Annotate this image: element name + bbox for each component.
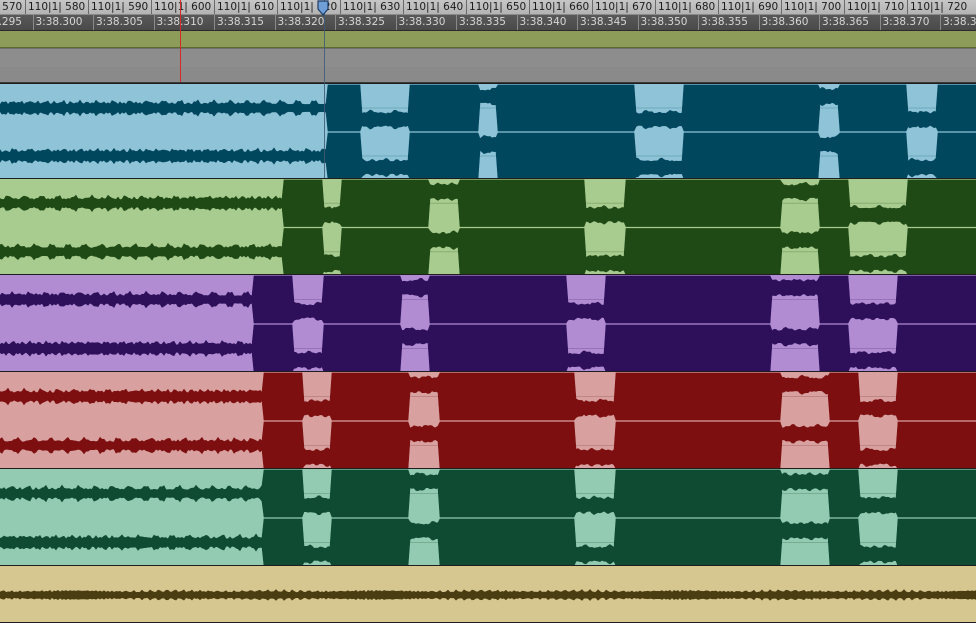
bars-beats-ruler[interactable]: 110|1| 570 110|1| 580 110|1| 590 110|1| 600… [0, 0, 976, 15]
bar-tick [403, 0, 404, 14]
bar-tick-label: 110|1| 680 [658, 1, 716, 13]
time-tick [153, 15, 155, 30]
bar-tick [25, 0, 26, 14]
waveform [0, 179, 976, 274]
time-tick-label: 3:38.330 [398, 16, 446, 28]
waveform-channel-1 [0, 589, 976, 601]
track-5[interactable] [0, 468, 976, 566]
edit-window: 110|1| 570 110|1| 580 110|1| 590 110|1| 600… [0, 0, 976, 623]
waveform [0, 469, 976, 565]
bar-tick-label: 110|1| 700 [784, 1, 842, 13]
time-tick-label: 3:38.295 [0, 16, 22, 28]
bar-tick [529, 0, 530, 14]
waveform-channel-1 [0, 179, 976, 227]
time-tick [274, 15, 276, 30]
time-tick-label: 3:38.350 [640, 16, 688, 28]
waveform-channel-2 [0, 518, 976, 565]
tempo-ruler[interactable] [0, 48, 976, 68]
waveform [0, 372, 976, 468]
track-1[interactable] [0, 83, 976, 179]
time-tick-label: 3:38.355 [701, 16, 748, 28]
time-tick-label: 3:38.320 [277, 16, 325, 28]
track-3[interactable] [0, 274, 976, 372]
bar-tick-label: 110|1| 720 [910, 1, 968, 13]
edit-cursor-marker-icon[interactable] [316, 0, 330, 16]
bar-tick-label: 110|1| 650 [469, 1, 527, 13]
time-tick-label: 3:38.365 [822, 16, 869, 28]
bar-tick [277, 0, 278, 14]
waveform [0, 589, 976, 601]
bar-tick [340, 0, 341, 14]
waveform-channel-2 [0, 324, 976, 371]
bar-tick-label: 110|1| 630 [343, 1, 401, 13]
bar-tick [592, 0, 593, 14]
time-tick [214, 15, 215, 30]
meter-ruler[interactable] [0, 67, 976, 83]
waveform [0, 275, 976, 371]
marker-ruler[interactable] [0, 31, 976, 48]
bar-tick-label: 110|1| 600 [154, 1, 212, 13]
waveform-channel-1 [0, 469, 976, 518]
time-tick-label: 3:38.340 [519, 16, 567, 28]
time-tick [335, 15, 336, 30]
time-tick-label: 3:38.345 [580, 16, 627, 28]
time-tick [879, 15, 881, 30]
waveform-channel-2 [0, 228, 976, 274]
bar-tick [88, 0, 89, 14]
playhead-line[interactable] [180, 0, 181, 82]
bar-tick [718, 0, 719, 14]
time-tick [577, 15, 578, 30]
time-tick-label: 3:38.325 [338, 16, 385, 28]
waveform-channel-1 [0, 372, 976, 421]
waveform-channel-2 [0, 421, 976, 468]
bar-tick-label: 110|1| 660 [532, 1, 590, 13]
waveform [0, 84, 976, 178]
bar-tick-label: 110|1| 640 [406, 1, 464, 13]
bar-tick [844, 0, 845, 14]
bar-tick [214, 0, 215, 14]
track-2[interactable] [0, 178, 976, 275]
time-tick [32, 15, 34, 30]
time-tick [819, 15, 820, 30]
time-tick-label: 3:38.375 [943, 16, 976, 28]
time-tick-label: 3:38.360 [761, 16, 809, 28]
time-tick-label: 3:38.305 [96, 16, 143, 28]
time-tick-label: 3:38.370 [882, 16, 930, 28]
time-tick [93, 15, 94, 30]
time-tick [940, 15, 941, 30]
edit-cursor-line [324, 0, 325, 178]
time-tick [698, 15, 699, 30]
bar-tick-label: 110|1| 670 [595, 1, 653, 13]
bar-tick [655, 0, 656, 14]
time-tick [395, 15, 397, 30]
bar-tick-label: 110|1| 570 [0, 1, 23, 13]
time-tick [516, 15, 518, 30]
bar-tick-label: 110|1| 610 [217, 1, 275, 13]
bar-tick-label: 110|1| 580 [28, 1, 86, 13]
track-6[interactable] [0, 565, 976, 623]
time-tick [758, 15, 760, 30]
bar-tick-label: 110|1| 590 [91, 1, 149, 13]
bar-tick [466, 0, 467, 14]
time-tick-label: 3:38.315 [217, 16, 264, 28]
time-tick [456, 15, 457, 30]
time-tick-label: 3:38.300 [35, 16, 83, 28]
time-tick [637, 15, 639, 30]
track-4[interactable] [0, 371, 976, 469]
bar-tick [151, 0, 152, 14]
bar-tick [907, 0, 908, 14]
waveform-channel-1 [0, 275, 976, 324]
timecode-ruler[interactable]: 3:38.2953:38.3003:38.3053:38.3103:38.315… [0, 15, 976, 31]
bar-tick [781, 0, 782, 14]
time-tick-label: 3:38.335 [459, 16, 506, 28]
bar-tick-label: 110|1| 690 [721, 1, 779, 13]
bar-tick-label: 110|1| 710 [847, 1, 905, 13]
